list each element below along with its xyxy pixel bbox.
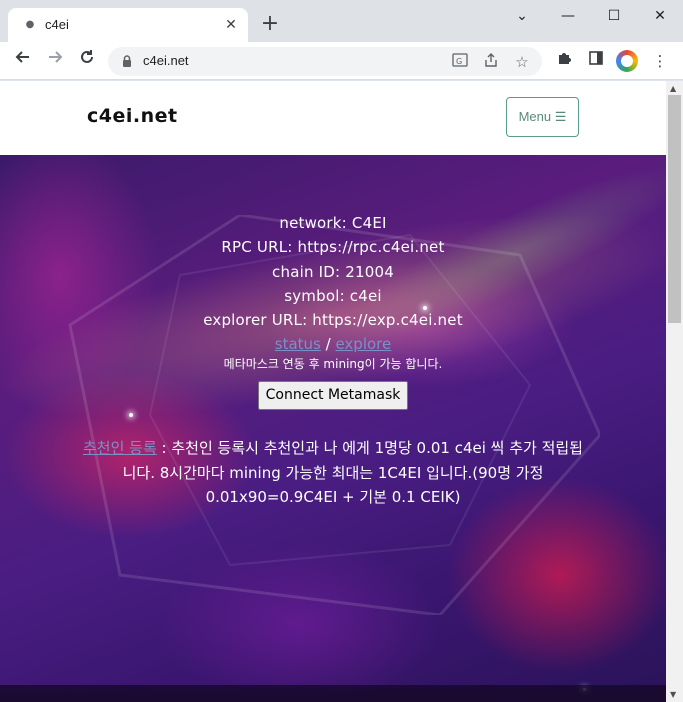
chain-id: chain ID: 21004: [272, 262, 394, 281]
maximize-button[interactable]: ☐: [602, 6, 626, 26]
vertical-scrollbar[interactable]: ▲ ▼: [666, 81, 683, 702]
translate-icon[interactable]: G: [450, 52, 470, 72]
explore-link[interactable]: explore: [335, 335, 391, 353]
site-brand[interactable]: c4ei.net: [87, 105, 178, 127]
menu-button[interactable]: Menu ☰: [506, 97, 579, 137]
new-tab-button[interactable]: +: [258, 12, 282, 36]
referral-register-link[interactable]: 추천인 등록: [83, 439, 157, 457]
share-icon[interactable]: [481, 52, 501, 72]
browser-titlebar: ● c4ei ✕ + ⌄ — ☐ ✕: [0, 0, 683, 42]
tab-search-chevron-icon[interactable]: ⌄: [510, 6, 534, 26]
network-name: network: C4EI: [279, 214, 387, 232]
page-favicon-icon: ●: [25, 19, 35, 30]
reload-icon[interactable]: [74, 48, 100, 74]
referral-description: : 추천인 등록시 추천인과 나 에게 1명당 0.01 c4ei 씩 추가 적…: [122, 439, 583, 506]
tab-close-icon[interactable]: ✕: [222, 16, 240, 34]
next-section-edge: [0, 685, 666, 702]
browser-toolbar: c4ei.net G ☆ ⋮: [0, 42, 683, 80]
kebab-menu-icon[interactable]: ⋮: [649, 50, 671, 72]
profile-avatar[interactable]: [616, 50, 638, 72]
scroll-thumb[interactable]: [668, 95, 681, 323]
url-text[interactable]: c4ei.net: [143, 53, 189, 68]
browser-tab[interactable]: ● c4ei ✕: [8, 8, 248, 42]
scroll-up-arrow-icon[interactable]: ▲: [670, 84, 676, 93]
hero-section: network: C4EI RPC URL: https://rpc.c4ei.…: [0, 155, 666, 702]
connect-metamask-button[interactable]: Connect Metamask: [257, 381, 409, 411]
address-bar[interactable]: c4ei.net G ☆: [108, 47, 542, 76]
metamask-note: 메타마스크 연동 후 mining이 가능 합니다.: [223, 357, 443, 372]
svg-text:G: G: [456, 57, 462, 66]
site-header: c4ei.net Menu ☰: [0, 81, 666, 155]
bookmark-star-icon[interactable]: ☆: [512, 52, 532, 72]
explorer-url: explorer URL: https://exp.c4ei.net: [203, 311, 463, 330]
network-info: network: C4EI RPC URL: https://rpc.c4ei.…: [0, 211, 666, 411]
tab-title: c4ei: [45, 17, 69, 32]
symbol: symbol: c4ei: [284, 286, 382, 305]
lock-icon[interactable]: [120, 54, 134, 68]
forward-arrow-icon[interactable]: [42, 48, 68, 74]
star: [129, 413, 133, 417]
side-panel-icon[interactable]: [585, 50, 607, 72]
scroll-down-arrow-icon[interactable]: ▼: [670, 690, 676, 699]
status-explore-links: status / explore: [0, 332, 666, 356]
rpc-url: RPC URL: https://rpc.c4ei.net: [221, 238, 445, 257]
extensions-puzzle-icon[interactable]: [553, 50, 575, 72]
status-link[interactable]: status: [275, 335, 321, 353]
close-window-button[interactable]: ✕: [648, 6, 672, 26]
page-viewport: c4ei.net Menu ☰ network: C4EI RPC URL: h…: [0, 81, 666, 702]
referral-text: 추천인 등록 : 추천인 등록시 추천인과 나 에게 1명당 0.01 c4ei…: [80, 436, 586, 510]
link-separator: /: [320, 335, 336, 354]
back-arrow-icon[interactable]: [10, 48, 36, 74]
minimize-button[interactable]: —: [556, 6, 580, 26]
